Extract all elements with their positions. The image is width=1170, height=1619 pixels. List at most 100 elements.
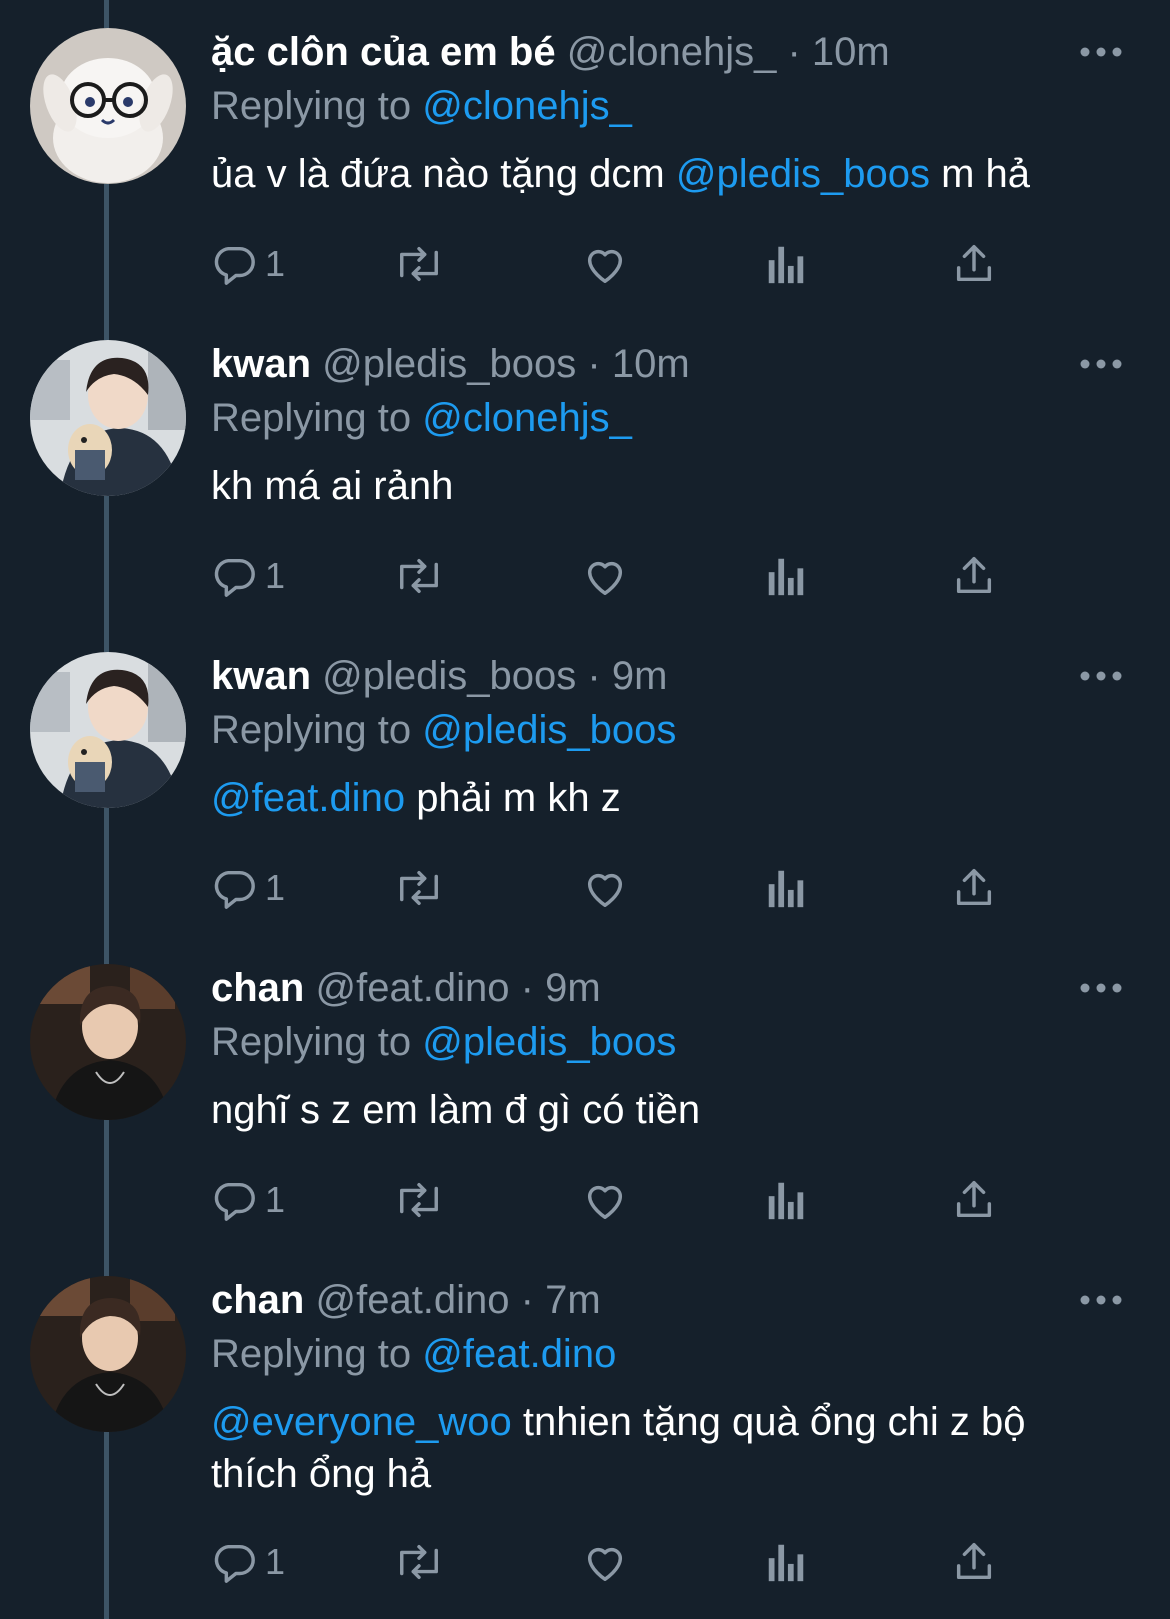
retweet-button[interactable]: [391, 234, 447, 294]
share-button[interactable]: [951, 546, 997, 606]
replying-label: Replying to: [211, 708, 412, 752]
share-button[interactable]: [951, 1170, 997, 1230]
tweet[interactable]: kwan @pledis_boos · 9m Replying to @pled…: [0, 624, 1170, 936]
reply-button[interactable]: 1: [211, 1170, 285, 1230]
tweet[interactable]: kwan @pledis_boos · 10m Replying to @clo…: [0, 312, 1170, 624]
analytics-button[interactable]: [766, 234, 806, 294]
like-button[interactable]: [581, 1170, 629, 1230]
display-name[interactable]: kwan: [211, 654, 311, 698]
retweet-icon: [400, 246, 438, 282]
tweet-text-part: nghĩ s z em làm đ gì có tiền: [211, 1088, 701, 1132]
reply-count: 1: [265, 555, 286, 596]
display-name[interactable]: chan: [211, 1278, 304, 1322]
more-icon[interactable]: [1078, 44, 1124, 60]
separator-dot: ·: [587, 654, 601, 698]
tweet-text: nghĩ s z em làm đ gì có tiền: [211, 1084, 1116, 1136]
reply-button[interactable]: 1: [211, 234, 285, 294]
handle[interactable]: @feat.dino: [315, 966, 509, 1010]
timestamp[interactable]: 10m: [812, 30, 890, 74]
tweet-text-part: kh má ai rảnh: [211, 464, 454, 508]
timestamp[interactable]: 9m: [612, 654, 668, 698]
share-icon: [956, 1181, 992, 1218]
timestamp[interactable]: 9m: [545, 966, 601, 1010]
tweet[interactable]: chan @feat.dino · 9m Replying to @pledis…: [0, 936, 1170, 1248]
tweet-text: ủa v là đứa nào tặng dcm @pledis_boos m …: [211, 148, 1116, 200]
retweet-button[interactable]: [391, 858, 447, 918]
tweet-text-part: m hả: [941, 152, 1031, 196]
avatar[interactable]: [30, 964, 186, 1120]
tweet-actions: 1: [211, 858, 1031, 918]
display-name[interactable]: kwan: [211, 342, 311, 386]
display-name[interactable]: chan: [211, 966, 304, 1010]
like-button[interactable]: [581, 1532, 629, 1592]
handle[interactable]: @pledis_boos: [322, 654, 576, 698]
timestamp[interactable]: 7m: [545, 1278, 601, 1322]
replying-to-link[interactable]: @feat.dino: [422, 1332, 616, 1376]
reply-icon: [214, 870, 255, 909]
tweet-text-part: ủa v là đứa nào tặng dcm: [211, 152, 665, 196]
more-icon[interactable]: [1078, 668, 1124, 684]
like-button[interactable]: [581, 858, 629, 918]
replying-to-link[interactable]: @clonehjs_: [422, 84, 632, 128]
analytics-button[interactable]: [766, 1532, 806, 1592]
person-with-dog-avatar-image: [30, 652, 186, 808]
avatar[interactable]: [30, 28, 186, 184]
tweet-header: kwan @pledis_boos · 10m: [211, 336, 1130, 392]
replying-to-link[interactable]: @pledis_boos: [422, 1020, 676, 1064]
tweet[interactable]: chan @feat.dino · 7m Replying to @feat.d…: [0, 1248, 1170, 1619]
like-icon: [587, 1185, 623, 1219]
replying-label: Replying to: [211, 84, 412, 128]
retweet-button[interactable]: [391, 1532, 447, 1592]
mention-link[interactable]: @feat.dino: [211, 776, 405, 820]
mention-link[interactable]: @pledis_boos: [676, 152, 930, 196]
like-button[interactable]: [581, 546, 629, 606]
replying-to-link[interactable]: @pledis_boos: [422, 708, 676, 752]
display-name[interactable]: ặc clôn của em bé: [211, 30, 556, 74]
share-icon: [956, 1543, 992, 1580]
analytics-button[interactable]: [766, 1170, 806, 1230]
like-button[interactable]: [581, 234, 629, 294]
plush-toy-avatar-image: [30, 28, 186, 184]
separator-dot: ·: [587, 342, 601, 386]
more-icon[interactable]: [1078, 980, 1124, 996]
analytics-button[interactable]: [766, 546, 806, 606]
tweet-header: chan @feat.dino · 7m: [211, 1272, 1130, 1328]
reply-button[interactable]: 1: [211, 546, 285, 606]
timestamp[interactable]: 10m: [612, 342, 690, 386]
retweet-button[interactable]: [391, 1170, 447, 1230]
share-icon: [956, 557, 992, 594]
more-icon[interactable]: [1078, 1292, 1124, 1308]
share-icon: [956, 869, 992, 906]
reply-count: 1: [265, 1179, 286, 1220]
tweet[interactable]: ặc clôn của em bé @clonehjs_ · 10m Reply…: [0, 0, 1170, 312]
handle[interactable]: @feat.dino: [315, 1278, 509, 1322]
share-button[interactable]: [951, 1532, 997, 1592]
replying-to-link[interactable]: @clonehjs_: [422, 396, 632, 440]
like-icon: [587, 249, 623, 283]
mention-link[interactable]: @everyone_woo: [211, 1400, 512, 1444]
avatar[interactable]: [30, 340, 186, 496]
tweet-actions: 1: [211, 1532, 1031, 1592]
more-icon[interactable]: [1078, 356, 1124, 372]
reply-button[interactable]: 1: [211, 1532, 285, 1592]
analytics-button[interactable]: [766, 858, 806, 918]
retweet-icon: [400, 870, 438, 906]
tweet-text: @everyone_woo tnhien tặng quà ổng chi z …: [211, 1396, 1116, 1500]
reply-icon: [214, 558, 255, 597]
handle[interactable]: @clonehjs_: [567, 30, 777, 74]
like-icon: [587, 873, 623, 907]
share-button[interactable]: [951, 858, 997, 918]
avatar[interactable]: [30, 1276, 186, 1432]
reply-icon: [214, 246, 255, 285]
tweet-text: @feat.dino phải m kh z: [211, 772, 1116, 824]
avatar[interactable]: [30, 652, 186, 808]
handle[interactable]: @pledis_boos: [322, 342, 576, 386]
like-icon: [587, 1547, 623, 1581]
replying-to: Replying to @pledis_boos: [211, 1016, 1130, 1068]
reply-icon: [214, 1544, 255, 1583]
share-button[interactable]: [951, 234, 997, 294]
retweet-button[interactable]: [391, 546, 447, 606]
person-black-shirt-avatar-image: [30, 964, 186, 1120]
reply-button[interactable]: 1: [211, 858, 285, 918]
retweet-icon: [400, 1544, 438, 1580]
